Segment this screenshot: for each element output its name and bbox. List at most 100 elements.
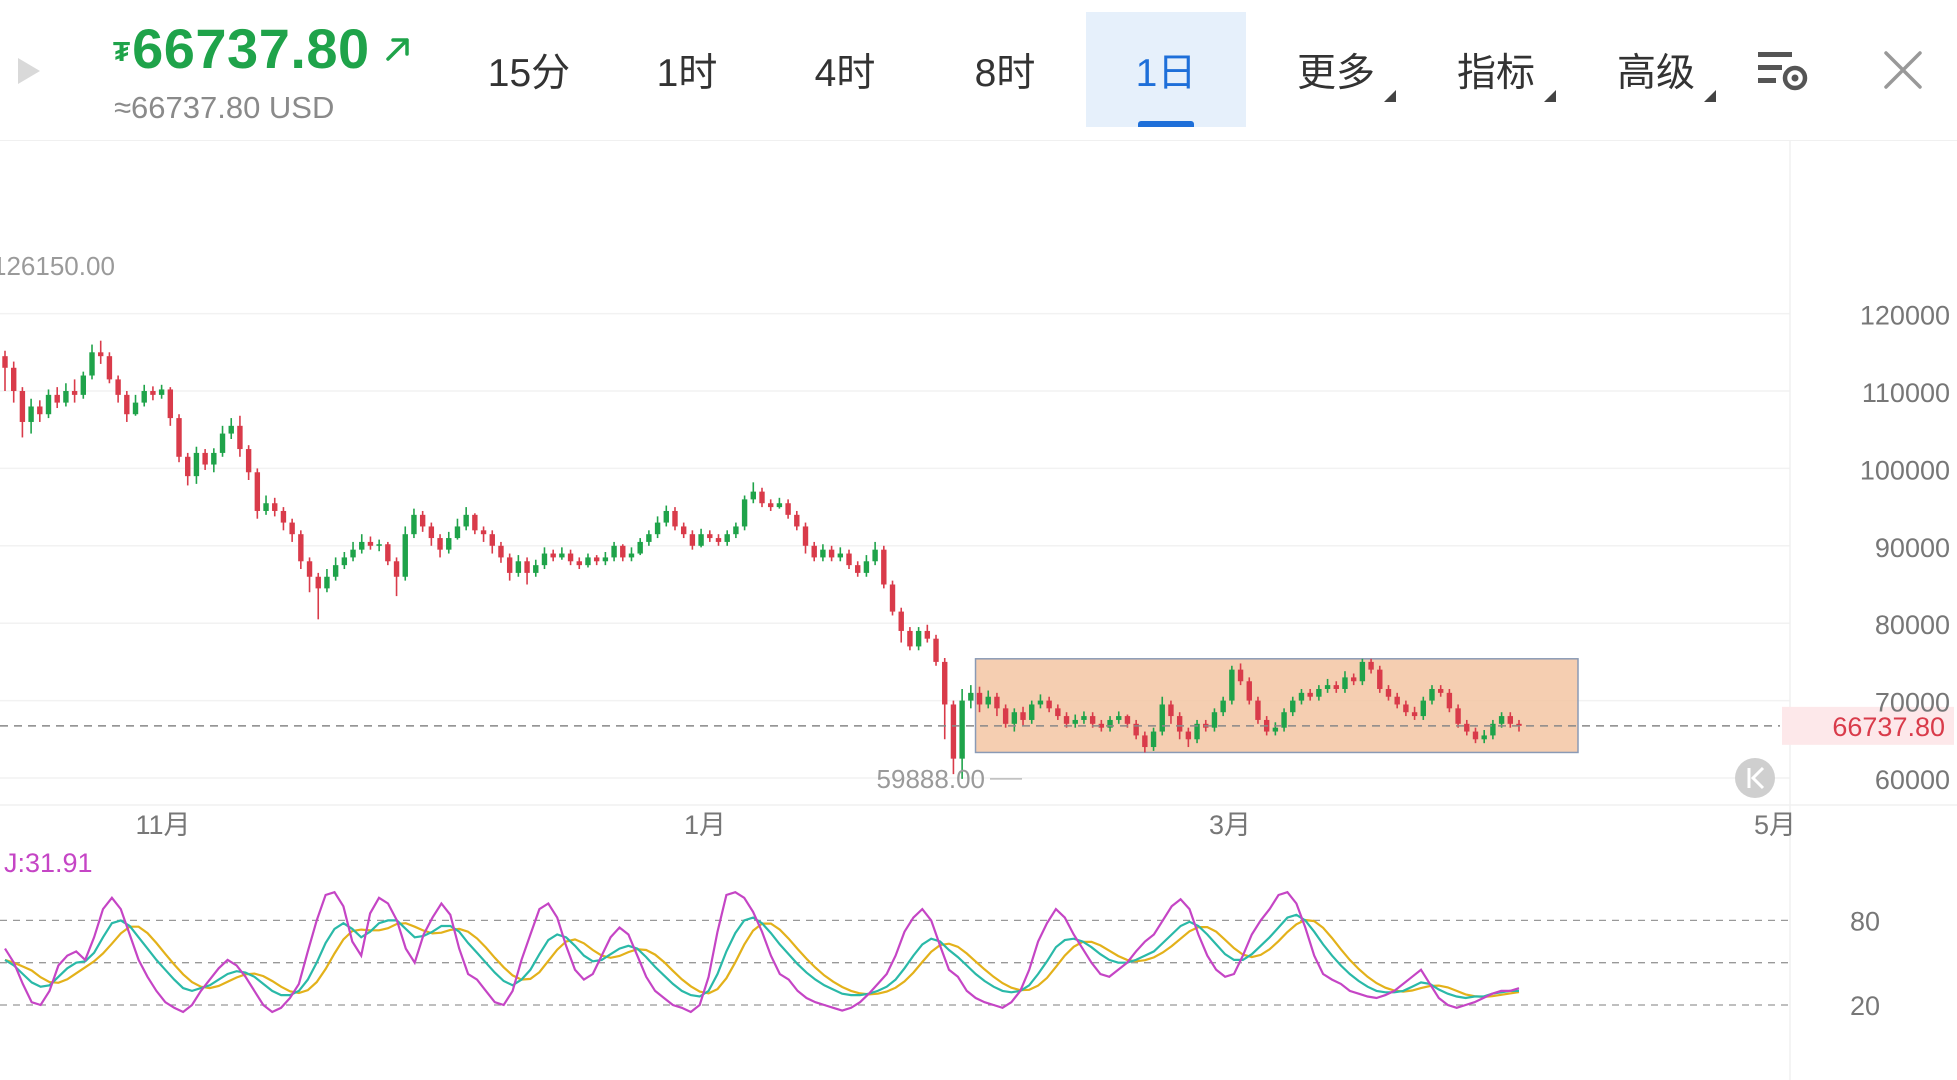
- candle-body: [646, 534, 652, 542]
- candle-body: [1290, 700, 1296, 713]
- price-axis-label: 110000: [1862, 378, 1950, 408]
- candle-body: [924, 630, 931, 639]
- candle-body: [1072, 719, 1078, 724]
- candle-body: [715, 538, 722, 542]
- candle-body: [915, 630, 922, 647]
- candle-body: [1394, 696, 1400, 705]
- candle-body: [1481, 735, 1487, 740]
- candle-body: [968, 692, 974, 701]
- tab-label: 8时: [974, 51, 1036, 95]
- candle-body: [1255, 700, 1261, 720]
- candle-body: [2, 356, 8, 368]
- candle-body: [437, 538, 443, 550]
- candle-body: [1359, 661, 1366, 682]
- candle-body: [1411, 712, 1418, 717]
- tab-indicators[interactable]: 指标: [1436, 12, 1556, 127]
- candle-body: [1063, 716, 1070, 724]
- candle-body: [1150, 731, 1157, 748]
- candle-body: [576, 561, 582, 566]
- candle-body: [881, 549, 887, 585]
- candle-body: [211, 452, 217, 465]
- candle-body: [898, 611, 904, 631]
- candle-body: [611, 545, 617, 558]
- candle-body: [1307, 692, 1313, 697]
- tab-label: 1日: [1135, 51, 1197, 95]
- candle-body: [680, 526, 687, 535]
- candle-body: [933, 638, 939, 662]
- candle-body: [837, 553, 844, 558]
- tab-label: 1时: [656, 51, 718, 95]
- dropdown-corner-icon: [1704, 90, 1716, 102]
- candle-body: [106, 356, 113, 380]
- tab-more[interactable]: 更多: [1276, 12, 1396, 127]
- candle-body: [1246, 681, 1252, 701]
- candle-body: [1385, 688, 1392, 697]
- candle-body: [750, 491, 756, 500]
- candle-body: [602, 557, 609, 562]
- candle-body: [724, 534, 730, 542]
- candle-body: [776, 503, 783, 508]
- candle-body: [1324, 685, 1331, 689]
- candle-body: [71, 391, 78, 395]
- candle-body: [567, 553, 574, 562]
- candle-body: [585, 557, 591, 566]
- tab-1d[interactable]: 1日: [1086, 12, 1246, 127]
- candle-body: [872, 549, 878, 562]
- tab-4h[interactable]: 4时: [786, 12, 904, 127]
- candle-body: [280, 510, 287, 523]
- candle-body: [1472, 731, 1479, 740]
- highlight-range-box: [974, 658, 1579, 754]
- candle-body: [141, 391, 147, 403]
- scroll-to-latest-icon[interactable]: [1735, 758, 1775, 798]
- candle-body: [1507, 716, 1513, 724]
- candle-body: [28, 406, 34, 422]
- candle-body: [89, 352, 95, 376]
- price-axis-label: 60000: [1875, 765, 1950, 795]
- candle-body: [480, 530, 487, 535]
- candle-body: [158, 389, 165, 395]
- candle-body: [498, 545, 504, 558]
- candle-body: [1089, 716, 1096, 724]
- candle-body: [332, 565, 339, 577]
- candle-body: [428, 526, 435, 539]
- tab-1h[interactable]: 1时: [628, 12, 746, 127]
- candle-body: [150, 391, 156, 395]
- candle-body: [741, 499, 748, 527]
- candle-body: [1464, 723, 1470, 732]
- price-chart[interactable]: 66737.80 126150.00 59888.00 600007000080…: [0, 140, 1957, 1080]
- candle-body: [306, 561, 313, 577]
- high-price-marker: 126150.00: [0, 251, 115, 281]
- tab-15m[interactable]: 15分: [470, 12, 588, 127]
- time-axis-label: 3月: [1209, 810, 1251, 840]
- candle-body: [54, 394, 60, 403]
- price-axis-label: 80000: [1875, 610, 1950, 640]
- candle-body: [202, 452, 208, 465]
- tab-advanced[interactable]: 高级: [1596, 12, 1716, 127]
- kdj-axis-label: 20: [1850, 991, 1880, 1021]
- candle-body: [950, 704, 957, 759]
- tab-8h[interactable]: 8时: [946, 12, 1064, 127]
- candle-body: [1211, 712, 1218, 728]
- candle-body: [167, 389, 174, 419]
- candle-body: [1159, 704, 1165, 732]
- chart-settings-icon[interactable]: [1756, 48, 1810, 97]
- candle-body: [846, 553, 852, 566]
- candle-body: [385, 544, 391, 562]
- kdj-j-value: J:31.91: [4, 848, 93, 878]
- candle-body: [1420, 700, 1426, 717]
- candle-body: [1011, 712, 1018, 724]
- candle-body: [228, 425, 234, 434]
- candle-body: [263, 503, 269, 511]
- candle-body: [402, 534, 408, 577]
- candle-body: [1437, 688, 1444, 693]
- candle-body: [1368, 661, 1374, 670]
- play-icon[interactable]: [18, 58, 40, 84]
- candle-body: [759, 491, 765, 504]
- candle-body: [733, 526, 739, 535]
- candle-body: [1081, 716, 1087, 720]
- candle-body: [1377, 669, 1383, 689]
- tab-label: 高级: [1616, 51, 1695, 95]
- candle-body: [550, 553, 556, 558]
- close-icon[interactable]: [1883, 50, 1923, 95]
- chart-grid: [0, 140, 1957, 1080]
